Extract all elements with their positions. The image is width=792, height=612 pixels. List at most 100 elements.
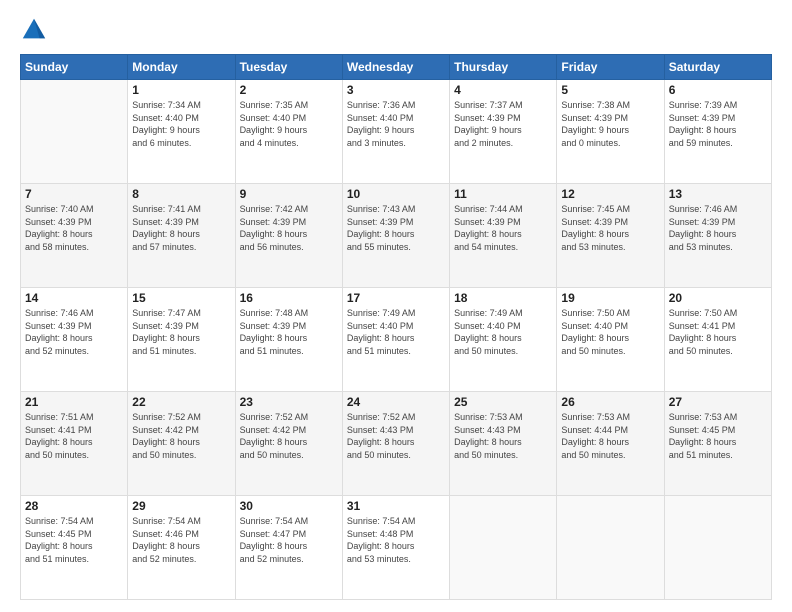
day-number: 4 <box>454 83 552 97</box>
day-number: 22 <box>132 395 230 409</box>
calendar-cell: 11 Sunrise: 7:44 AM Sunset: 4:39 PM Dayli… <box>450 184 557 288</box>
day-number: 12 <box>561 187 659 201</box>
day-info: Sunrise: 7:35 AM Sunset: 4:40 PM Dayligh… <box>240 99 338 149</box>
day-info: Sunrise: 7:47 AM Sunset: 4:39 PM Dayligh… <box>132 307 230 357</box>
calendar-cell: 24 Sunrise: 7:52 AM Sunset: 4:43 PM Dayli… <box>342 392 449 496</box>
weekday-header-saturday: Saturday <box>664 55 771 80</box>
day-info: Sunrise: 7:52 AM Sunset: 4:43 PM Dayligh… <box>347 411 445 461</box>
calendar-header: SundayMondayTuesdayWednesdayThursdayFrid… <box>21 55 772 80</box>
day-info: Sunrise: 7:48 AM Sunset: 4:39 PM Dayligh… <box>240 307 338 357</box>
day-number: 18 <box>454 291 552 305</box>
day-info: Sunrise: 7:41 AM Sunset: 4:39 PM Dayligh… <box>132 203 230 253</box>
day-number: 29 <box>132 499 230 513</box>
calendar-cell: 12 Sunrise: 7:45 AM Sunset: 4:39 PM Dayli… <box>557 184 664 288</box>
calendar-cell: 4Sunrise: 7:37 AM Sunset: 4:39 PM Daylig… <box>450 80 557 184</box>
calendar-cell: 3 Sunrise: 7:36 AM Sunset: 4:40 PM Daylig… <box>342 80 449 184</box>
day-info: Sunrise: 7:51 AM Sunset: 4:41 PM Dayligh… <box>25 411 123 461</box>
calendar-cell: 16 Sunrise: 7:48 AM Sunset: 4:39 PM Dayli… <box>235 288 342 392</box>
weekday-header-monday: Monday <box>128 55 235 80</box>
calendar-week-row: 7 Sunrise: 7:40 AM Sunset: 4:39 PM Daylig… <box>21 184 772 288</box>
calendar-body: 1Sunrise: 7:34 AM Sunset: 4:40 PM Daylig… <box>21 80 772 600</box>
day-number: 15 <box>132 291 230 305</box>
calendar-cell: 17 Sunrise: 7:49 AM Sunset: 4:40 PM Dayli… <box>342 288 449 392</box>
day-number: 25 <box>454 395 552 409</box>
weekday-header-sunday: Sunday <box>21 55 128 80</box>
day-info: Sunrise: 7:52 AM Sunset: 4:42 PM Dayligh… <box>240 411 338 461</box>
day-info: Sunrise: 7:46 AM Sunset: 4:39 PM Dayligh… <box>25 307 123 357</box>
weekday-header-thursday: Thursday <box>450 55 557 80</box>
calendar-cell: 21 Sunrise: 7:51 AM Sunset: 4:41 PM Dayli… <box>21 392 128 496</box>
day-number: 17 <box>347 291 445 305</box>
calendar-cell: 18 Sunrise: 7:49 AM Sunset: 4:40 PM Dayli… <box>450 288 557 392</box>
calendar-cell: 31 Sunrise: 7:54 AM Sunset: 4:48 PM Dayli… <box>342 496 449 600</box>
day-number: 30 <box>240 499 338 513</box>
calendar-cell <box>21 80 128 184</box>
day-info: Sunrise: 7:49 AM Sunset: 4:40 PM Dayligh… <box>454 307 552 357</box>
day-number: 13 <box>669 187 767 201</box>
day-number: 24 <box>347 395 445 409</box>
header <box>20 16 772 44</box>
logo <box>20 16 52 44</box>
weekday-header-row: SundayMondayTuesdayWednesdayThursdayFrid… <box>21 55 772 80</box>
calendar-cell: 20Sunrise: 7:50 AM Sunset: 4:41 PM Dayli… <box>664 288 771 392</box>
day-number: 3 <box>347 83 445 97</box>
day-number: 27 <box>669 395 767 409</box>
calendar-cell <box>557 496 664 600</box>
day-number: 11 <box>454 187 552 201</box>
calendar-cell: 14 Sunrise: 7:46 AM Sunset: 4:39 PM Dayli… <box>21 288 128 392</box>
weekday-header-wednesday: Wednesday <box>342 55 449 80</box>
calendar-cell: 9 Sunrise: 7:42 AM Sunset: 4:39 PM Daylig… <box>235 184 342 288</box>
day-info: Sunrise: 7:36 AM Sunset: 4:40 PM Dayligh… <box>347 99 445 149</box>
day-number: 19 <box>561 291 659 305</box>
day-number: 1 <box>132 83 230 97</box>
day-number: 14 <box>25 291 123 305</box>
day-info: Sunrise: 7:50 AM Sunset: 4:40 PM Dayligh… <box>561 307 659 357</box>
calendar-cell <box>450 496 557 600</box>
day-info: Sunrise: 7:42 AM Sunset: 4:39 PM Dayligh… <box>240 203 338 253</box>
day-info: Sunrise: 7:40 AM Sunset: 4:39 PM Dayligh… <box>25 203 123 253</box>
day-number: 23 <box>240 395 338 409</box>
calendar-cell: 29 Sunrise: 7:54 AM Sunset: 4:46 PM Dayli… <box>128 496 235 600</box>
calendar-cell: 26Sunrise: 7:53 AM Sunset: 4:44 PM Dayli… <box>557 392 664 496</box>
calendar-cell: 27 Sunrise: 7:53 AM Sunset: 4:45 PM Dayli… <box>664 392 771 496</box>
day-number: 9 <box>240 187 338 201</box>
calendar-cell: 2 Sunrise: 7:35 AM Sunset: 4:40 PM Daylig… <box>235 80 342 184</box>
calendar-week-row: 1Sunrise: 7:34 AM Sunset: 4:40 PM Daylig… <box>21 80 772 184</box>
calendar-cell: 8Sunrise: 7:41 AM Sunset: 4:39 PM Daylig… <box>128 184 235 288</box>
day-number: 20 <box>669 291 767 305</box>
day-info: Sunrise: 7:49 AM Sunset: 4:40 PM Dayligh… <box>347 307 445 357</box>
day-number: 21 <box>25 395 123 409</box>
calendar-table: SundayMondayTuesdayWednesdayThursdayFrid… <box>20 54 772 600</box>
calendar-cell: 30 Sunrise: 7:54 AM Sunset: 4:47 PM Dayli… <box>235 496 342 600</box>
day-number: 5 <box>561 83 659 97</box>
calendar-cell: 28 Sunrise: 7:54 AM Sunset: 4:45 PM Dayli… <box>21 496 128 600</box>
day-info: Sunrise: 7:43 AM Sunset: 4:39 PM Dayligh… <box>347 203 445 253</box>
calendar-cell <box>664 496 771 600</box>
day-number: 28 <box>25 499 123 513</box>
calendar-cell: 6 Sunrise: 7:39 AM Sunset: 4:39 PM Daylig… <box>664 80 771 184</box>
calendar-week-row: 28 Sunrise: 7:54 AM Sunset: 4:45 PM Dayli… <box>21 496 772 600</box>
day-info: Sunrise: 7:54 AM Sunset: 4:45 PM Dayligh… <box>25 515 123 565</box>
day-info: Sunrise: 7:54 AM Sunset: 4:46 PM Dayligh… <box>132 515 230 565</box>
day-info: Sunrise: 7:52 AM Sunset: 4:42 PM Dayligh… <box>132 411 230 461</box>
calendar-cell: 22 Sunrise: 7:52 AM Sunset: 4:42 PM Dayli… <box>128 392 235 496</box>
day-info: Sunrise: 7:54 AM Sunset: 4:48 PM Dayligh… <box>347 515 445 565</box>
weekday-header-tuesday: Tuesday <box>235 55 342 80</box>
day-info: Sunrise: 7:45 AM Sunset: 4:39 PM Dayligh… <box>561 203 659 253</box>
calendar-cell: 13Sunrise: 7:46 AM Sunset: 4:39 PM Dayli… <box>664 184 771 288</box>
day-info: Sunrise: 7:39 AM Sunset: 4:39 PM Dayligh… <box>669 99 767 149</box>
day-info: Sunrise: 7:44 AM Sunset: 4:39 PM Dayligh… <box>454 203 552 253</box>
calendar-cell: 19 Sunrise: 7:50 AM Sunset: 4:40 PM Dayli… <box>557 288 664 392</box>
calendar-cell: 15 Sunrise: 7:47 AM Sunset: 4:39 PM Dayli… <box>128 288 235 392</box>
logo-icon <box>20 16 48 44</box>
day-number: 7 <box>25 187 123 201</box>
day-info: Sunrise: 7:38 AM Sunset: 4:39 PM Dayligh… <box>561 99 659 149</box>
day-info: Sunrise: 7:53 AM Sunset: 4:45 PM Dayligh… <box>669 411 767 461</box>
day-number: 2 <box>240 83 338 97</box>
day-number: 31 <box>347 499 445 513</box>
calendar-week-row: 14 Sunrise: 7:46 AM Sunset: 4:39 PM Dayli… <box>21 288 772 392</box>
day-number: 16 <box>240 291 338 305</box>
day-number: 6 <box>669 83 767 97</box>
day-info: Sunrise: 7:54 AM Sunset: 4:47 PM Dayligh… <box>240 515 338 565</box>
day-info: Sunrise: 7:53 AM Sunset: 4:43 PM Dayligh… <box>454 411 552 461</box>
